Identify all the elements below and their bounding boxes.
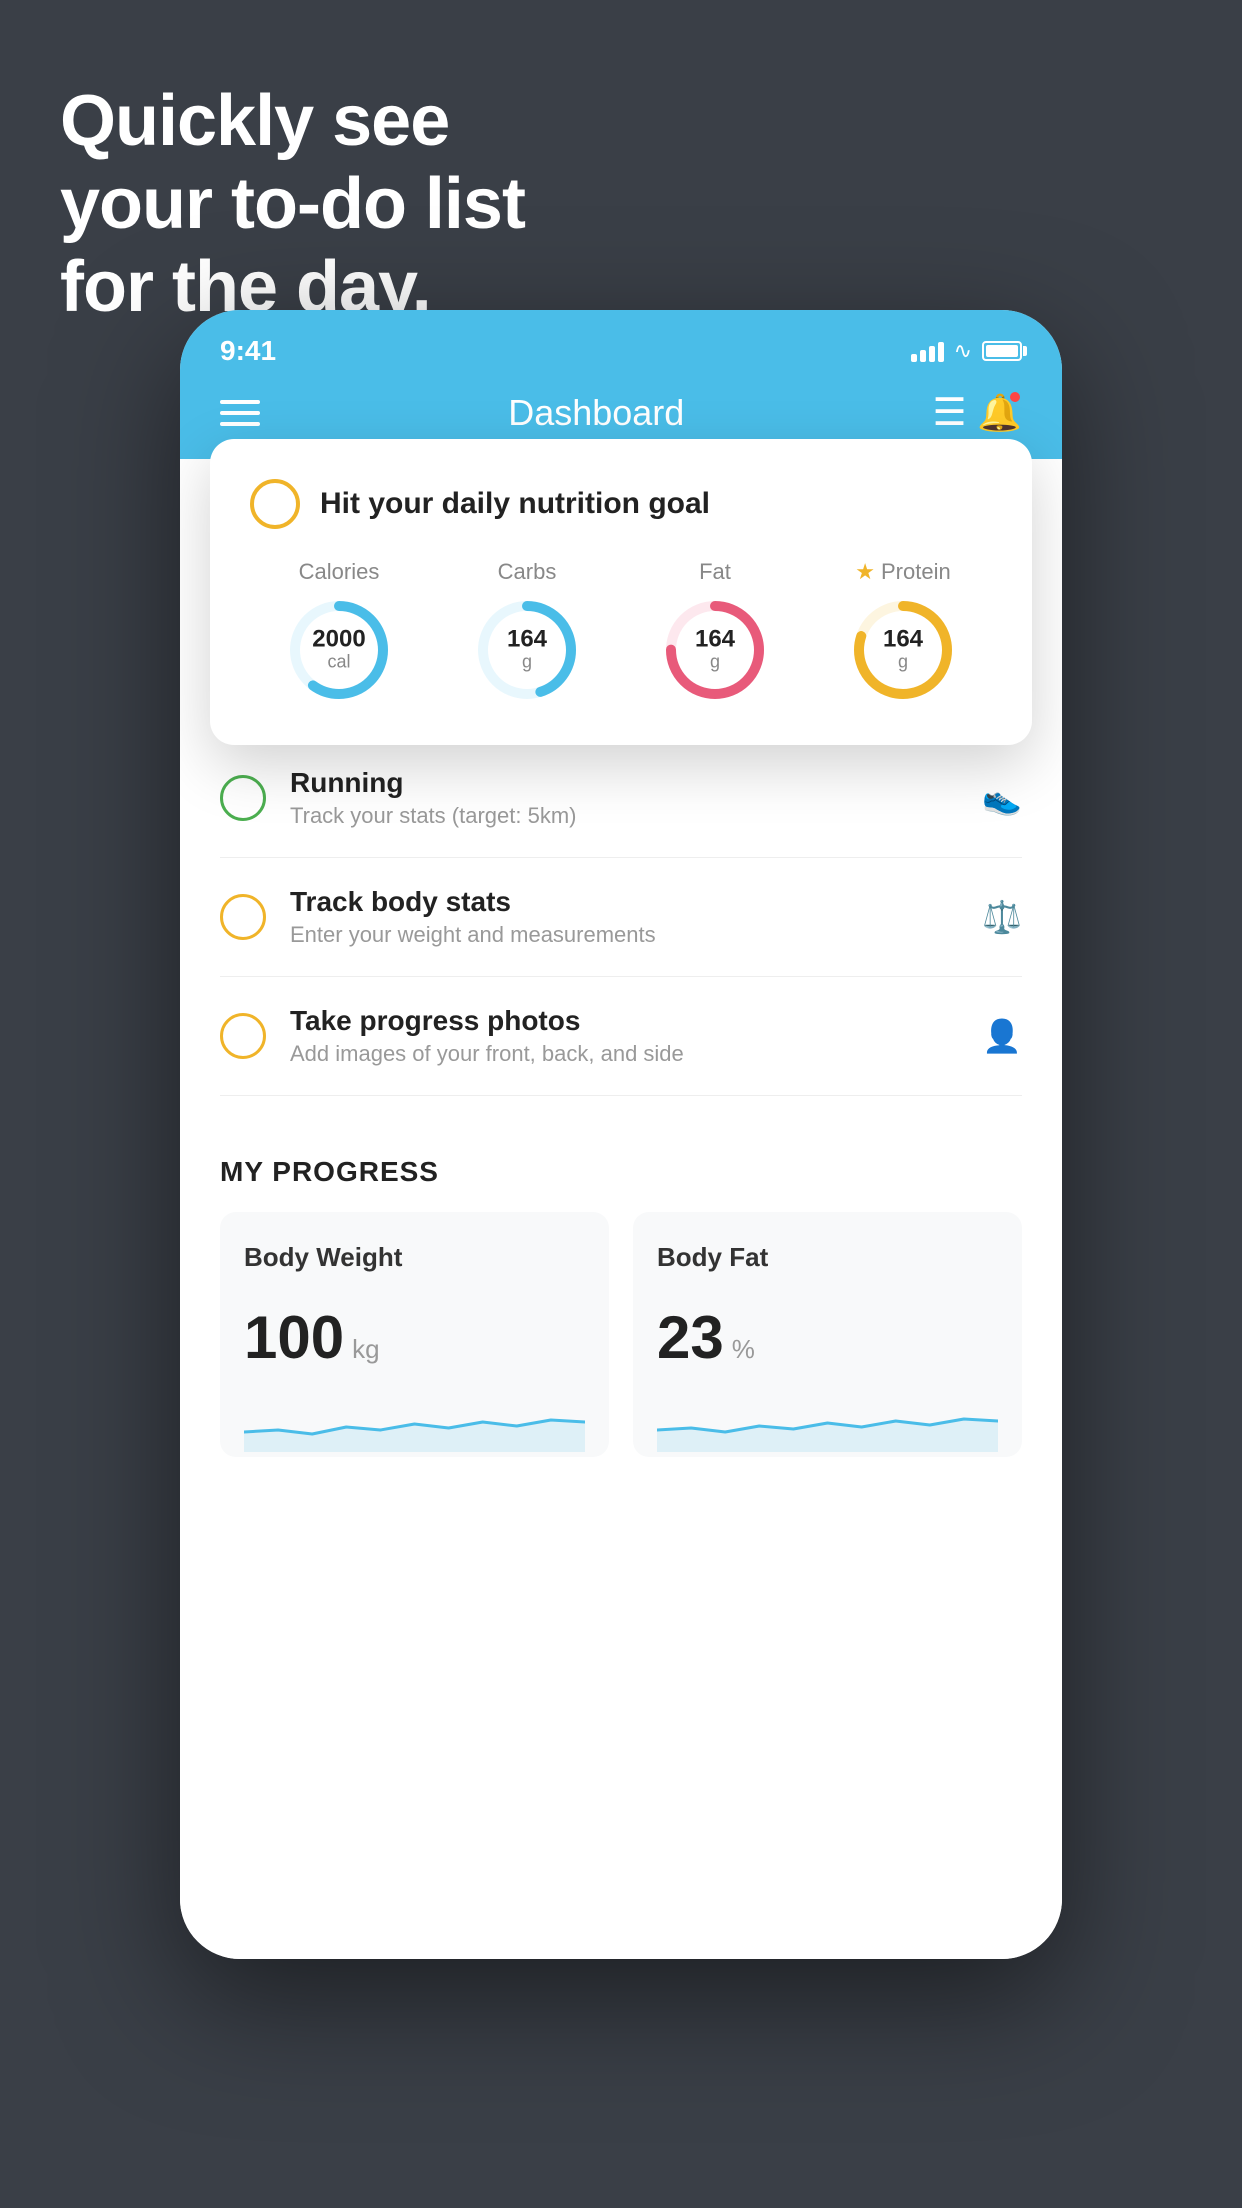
calories-label: Calories — [299, 559, 380, 585]
body-fat-unit: % — [732, 1334, 755, 1365]
body-weight-number: 100 — [244, 1303, 344, 1372]
running-icon: 👟 — [982, 779, 1022, 817]
nutrition-fat: Fat 164 g — [660, 559, 770, 705]
running-title: Running — [290, 767, 958, 799]
progress-cards: Body Weight 100 kg Body Fat 23 % — [220, 1212, 1022, 1457]
status-time: 9:41 — [220, 335, 276, 367]
fat-ring: 164 g — [660, 595, 770, 705]
wifi-icon: ∿ — [954, 338, 972, 364]
body-fat-chart — [657, 1392, 998, 1452]
progress-section: MY PROGRESS Body Weight 100 kg Body Fat — [180, 1096, 1062, 1497]
running-subtitle: Track your stats (target: 5km) — [290, 803, 958, 829]
body-weight-unit: kg — [352, 1334, 379, 1365]
nutrition-card-header: Hit your daily nutrition goal — [250, 479, 992, 529]
body-stats-text: Track body stats Enter your weight and m… — [290, 886, 958, 948]
carbs-unit: g — [507, 652, 547, 673]
fat-value: 164 — [695, 628, 735, 652]
calories-ring: 2000 cal — [284, 595, 394, 705]
photos-title: Take progress photos — [290, 1005, 958, 1037]
menu-button[interactable] — [220, 400, 260, 426]
carbs-label: Carbs — [498, 559, 557, 585]
nutrition-carbs: Carbs 164 g — [472, 559, 582, 705]
protein-unit: g — [883, 652, 923, 673]
nav-title: Dashboard — [508, 392, 684, 434]
nutrition-check-circle — [250, 479, 300, 529]
protein-ring: 164 g — [848, 595, 958, 705]
body-fat-card[interactable]: Body Fat 23 % — [633, 1212, 1022, 1457]
carbs-value: 164 — [507, 628, 547, 652]
todo-progress-photos[interactable]: Take progress photos Add images of your … — [220, 977, 1022, 1096]
phone-mockup: 9:41 ∿ Dashboard ☰ 🔔 THINGS TO DO TODAY — [180, 310, 1062, 1959]
body-weight-card[interactable]: Body Weight 100 kg — [220, 1212, 609, 1457]
body-weight-title: Body Weight — [244, 1242, 585, 1273]
nutrition-card[interactable]: Hit your daily nutrition goal Calories 2… — [210, 439, 1032, 745]
photos-subtitle: Add images of your front, back, and side — [290, 1041, 958, 1067]
calories-value: 2000 — [312, 628, 365, 652]
nutrition-row: Calories 2000 cal Carbs — [250, 559, 992, 705]
notification-button[interactable]: ☰ 🔔 — [933, 390, 1022, 435]
progress-section-title: MY PROGRESS — [220, 1156, 1022, 1188]
body-fat-value-row: 23 % — [657, 1303, 998, 1372]
battery-icon — [982, 341, 1022, 361]
protein-value: 164 — [883, 628, 923, 652]
body-weight-value-row: 100 kg — [244, 1303, 585, 1372]
signal-icon — [911, 340, 944, 362]
hero-line1: Quickly see — [60, 80, 525, 163]
fat-unit: g — [695, 652, 735, 673]
status-bar: 9:41 ∿ — [180, 310, 1062, 374]
photos-check-circle — [220, 1013, 266, 1059]
photos-text: Take progress photos Add images of your … — [290, 1005, 958, 1067]
phone-content: THINGS TO DO TODAY Hit your daily nutrit… — [180, 459, 1062, 1959]
status-icons: ∿ — [911, 338, 1022, 364]
nutrition-calories: Calories 2000 cal — [284, 559, 394, 705]
calories-unit: cal — [312, 652, 365, 673]
hero-text: Quickly see your to-do list for the day. — [60, 80, 525, 328]
body-stats-check-circle — [220, 894, 266, 940]
body-stats-subtitle: Enter your weight and measurements — [290, 922, 958, 948]
body-stats-title: Track body stats — [290, 886, 958, 918]
todo-list: Running Track your stats (target: 5km) 👟… — [180, 739, 1062, 1096]
body-fat-title: Body Fat — [657, 1242, 998, 1273]
todo-running[interactable]: Running Track your stats (target: 5km) 👟 — [220, 739, 1022, 858]
hero-line2: your to-do list — [60, 163, 525, 246]
body-weight-chart — [244, 1392, 585, 1452]
carbs-ring: 164 g — [472, 595, 582, 705]
body-fat-number: 23 — [657, 1303, 724, 1372]
body-stats-icon: ⚖️ — [982, 898, 1022, 936]
nutrition-protein: ★ Protein 164 g — [848, 559, 958, 705]
todo-body-stats[interactable]: Track body stats Enter your weight and m… — [220, 858, 1022, 977]
photos-icon: 👤 — [982, 1017, 1022, 1055]
nutrition-card-title: Hit your daily nutrition goal — [320, 487, 710, 521]
protein-label: ★ Protein — [855, 559, 950, 585]
fat-label: Fat — [699, 559, 731, 585]
running-text: Running Track your stats (target: 5km) — [290, 767, 958, 829]
star-icon: ★ — [855, 559, 875, 585]
running-check-circle — [220, 775, 266, 821]
